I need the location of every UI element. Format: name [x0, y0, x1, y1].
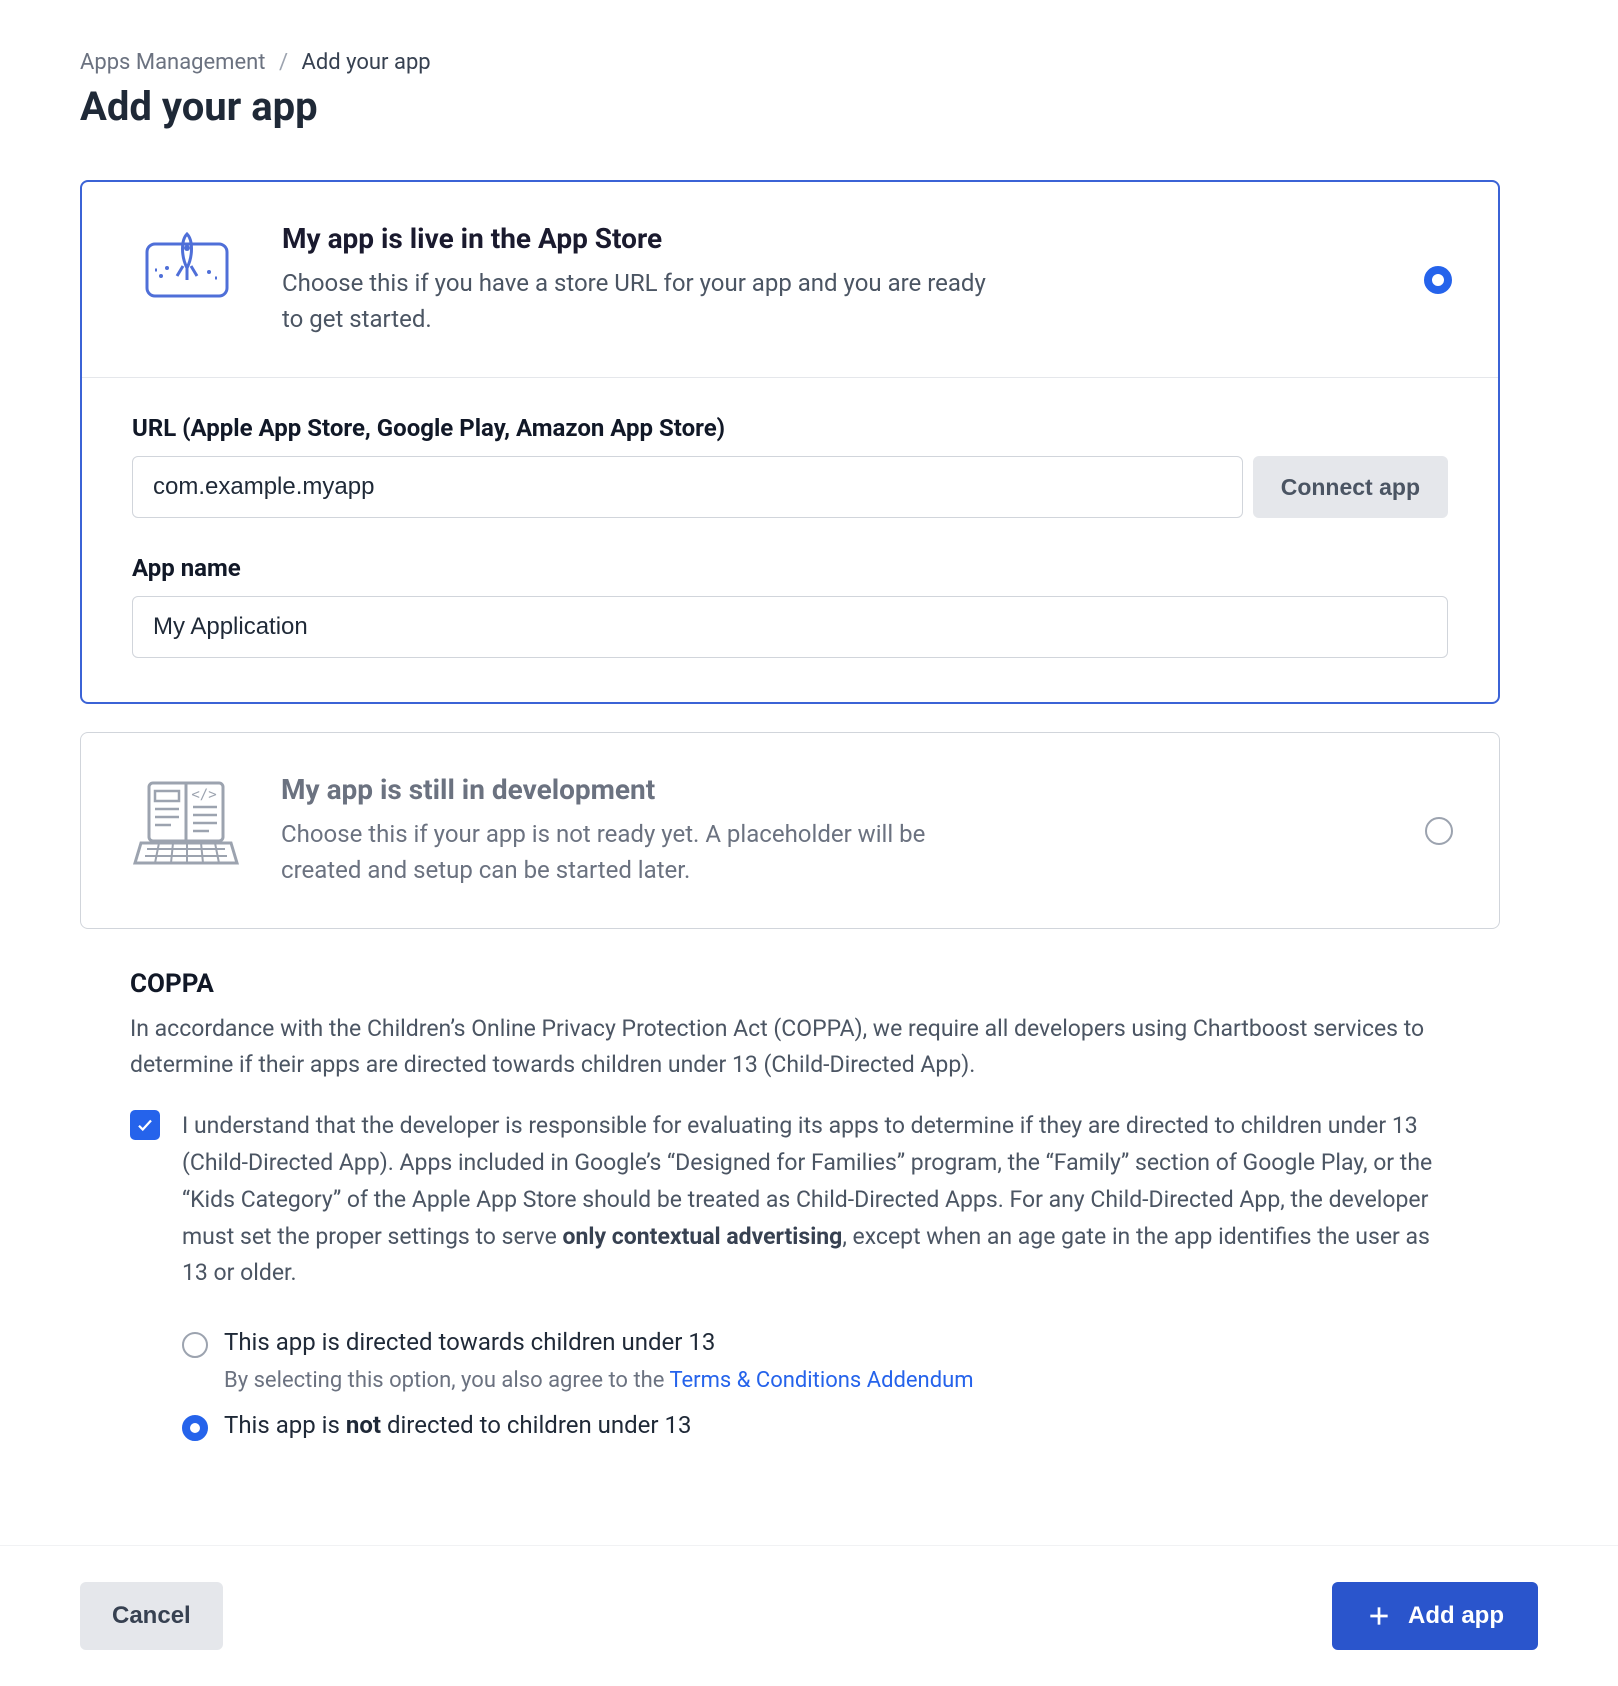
option-dev-title: My app is still in development — [281, 773, 1369, 806]
breadcrumb: Apps Management / Add your app — [80, 50, 1500, 75]
page-title: Add your app — [80, 83, 1500, 130]
app-name-input[interactable] — [132, 596, 1448, 658]
option-live-desc: Choose this if you have a store URL for … — [282, 265, 1002, 337]
breadcrumb-parent[interactable]: Apps Management — [80, 50, 266, 75]
terms-addendum-link[interactable]: Terms & Conditions Addendum — [669, 1368, 973, 1393]
app-name-label: App name — [132, 554, 1448, 582]
breadcrumb-current: Add your app — [302, 50, 431, 75]
coppa-ack-text: I understand that the developer is respo… — [182, 1108, 1450, 1292]
cancel-button[interactable]: Cancel — [80, 1582, 223, 1650]
option-dev-radio[interactable] — [1425, 817, 1453, 845]
laptop-dev-icon: </> — [131, 773, 241, 869]
option-dev-desc: Choose this if your app is not ready yet… — [281, 816, 1001, 888]
connect-app-button[interactable]: Connect app — [1253, 456, 1448, 518]
url-input[interactable] — [132, 456, 1243, 518]
breadcrumb-separator: / — [279, 50, 288, 75]
plus-icon — [1366, 1603, 1392, 1629]
coppa-intro: In accordance with the Children’s Online… — [130, 1011, 1450, 1082]
add-app-button-label: Add app — [1408, 1602, 1504, 1630]
coppa-radio-not-under13[interactable] — [182, 1415, 208, 1441]
url-label: URL (Apple App Store, Google Play, Amazo… — [132, 414, 1448, 442]
add-app-button[interactable]: Add app — [1332, 1582, 1538, 1650]
svg-text:</>: </> — [191, 787, 216, 803]
option-live-title: My app is live in the App Store — [282, 222, 1368, 255]
coppa-option-under13-label: This app is directed towards children un… — [224, 1328, 715, 1356]
coppa-radio-under13[interactable] — [182, 1332, 208, 1358]
coppa-option-not-label: This app is not directed to children und… — [224, 1411, 691, 1439]
footer-bar: Cancel Add app — [0, 1545, 1618, 1686]
check-icon — [136, 1116, 154, 1134]
coppa-ack-checkbox[interactable] — [130, 1110, 160, 1140]
coppa-title: COPPA — [130, 969, 1450, 999]
option-card-live[interactable]: My app is live in the App Store Choose t… — [80, 180, 1500, 704]
rocket-card-icon — [132, 222, 242, 304]
coppa-option-under13-sub: By selecting this option, you also agree… — [182, 1368, 1450, 1393]
option-live-radio[interactable] — [1424, 266, 1452, 294]
option-card-dev[interactable]: </> — [80, 732, 1500, 929]
coppa-section: COPPA In accordance with the Children’s … — [80, 969, 1500, 1441]
